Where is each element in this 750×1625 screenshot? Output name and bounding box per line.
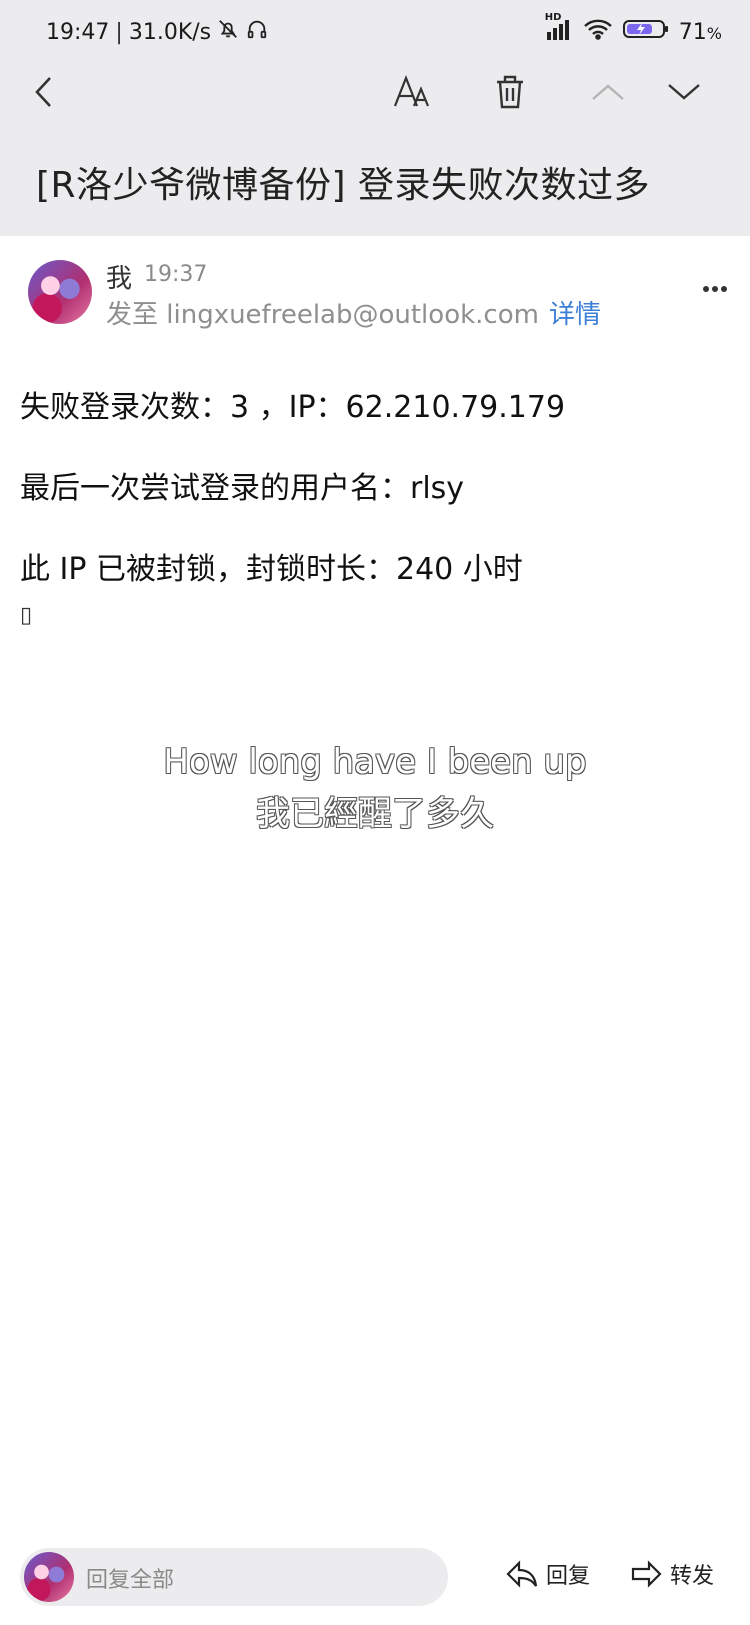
caption-line-english: How long have I been up xyxy=(163,742,587,782)
avatar[interactable] xyxy=(28,260,92,324)
next-mail-icon xyxy=(668,84,700,100)
missing-glyph: ▯ xyxy=(20,603,33,628)
avatar xyxy=(24,1552,74,1602)
caption-line-chinese: 我已經醒了多久 xyxy=(256,794,494,834)
separator: | xyxy=(115,19,123,45)
more-icon xyxy=(703,286,727,292)
status-bar: 19:47 | 31.0K/s HD 71% xyxy=(0,0,750,64)
reply-all-placeholder: 回复全部 xyxy=(86,1568,175,1593)
battery-unit: % xyxy=(706,23,722,43)
reply-label: 回复 xyxy=(546,1564,591,1589)
reply-button[interactable]: 回复 xyxy=(506,1558,590,1590)
sender-row: 我 19:37 发至 lingxuefreelab@outlook.com 详情 xyxy=(28,258,728,338)
signal-icon: HD xyxy=(545,12,573,46)
body-line: 此 IP 已被封锁，封锁时长：240 小时 xyxy=(20,552,523,587)
headset-icon xyxy=(245,18,269,46)
signal-hd-label: HD xyxy=(544,12,562,23)
forward-icon xyxy=(631,1560,662,1588)
battery-charging-icon xyxy=(622,18,669,46)
reply-all-input[interactable]: 回复全部 xyxy=(20,1548,448,1606)
mail-header: [R洛少爷微博备份] 登录失败次数过多 xyxy=(0,64,750,236)
body-line: 失败登录次数：3 ，IP：62.210.79.179 xyxy=(20,390,566,425)
wifi-icon xyxy=(583,18,613,46)
sent-time: 19:37 xyxy=(144,262,208,287)
next-mail-button[interactable] xyxy=(662,70,706,114)
forward-button[interactable]: 转发 xyxy=(630,1558,714,1590)
more-button[interactable] xyxy=(702,278,728,297)
bottom-action-bar: 回复全部 回复 转发 xyxy=(0,1534,750,1625)
forward-label: 转发 xyxy=(670,1564,715,1589)
previous-mail-button[interactable] xyxy=(586,70,630,114)
clock: 19:47 xyxy=(46,19,110,45)
font-size-icon xyxy=(393,75,430,107)
mail-subject: [R洛少爷微博备份] 登录失败次数过多 xyxy=(36,165,651,206)
prev-mail-icon xyxy=(592,84,624,100)
delete-icon xyxy=(497,75,523,109)
recipient-text: 发至 lingxuefreelab@outlook.com xyxy=(106,300,539,330)
net-speed: 31.0K/s xyxy=(128,19,212,45)
font-size-button[interactable] xyxy=(390,70,434,114)
status-left: 19:47 | 31.0K/s xyxy=(46,18,269,46)
overlay-caption: How long have I been up 我已經醒了多久 xyxy=(0,736,750,840)
reply-icon xyxy=(506,1560,538,1588)
back-button[interactable] xyxy=(22,70,66,114)
details-link[interactable]: 详情 xyxy=(549,300,601,330)
status-right: HD 71% xyxy=(545,12,722,46)
recipient-line: 发至 lingxuefreelab@outlook.com 详情 xyxy=(106,294,601,331)
delete-button[interactable] xyxy=(488,70,532,114)
back-icon xyxy=(35,77,51,107)
mail-body: 失败登录次数：3 ，IP：62.210.79.179 最后一次尝试登录的用户名：… xyxy=(20,388,720,636)
body-line: 最后一次尝试登录的用户名：rlsy xyxy=(20,471,465,506)
bell-off-icon xyxy=(217,18,239,46)
battery-percent: 71% xyxy=(678,19,722,45)
sender-name: 我 xyxy=(106,264,133,294)
